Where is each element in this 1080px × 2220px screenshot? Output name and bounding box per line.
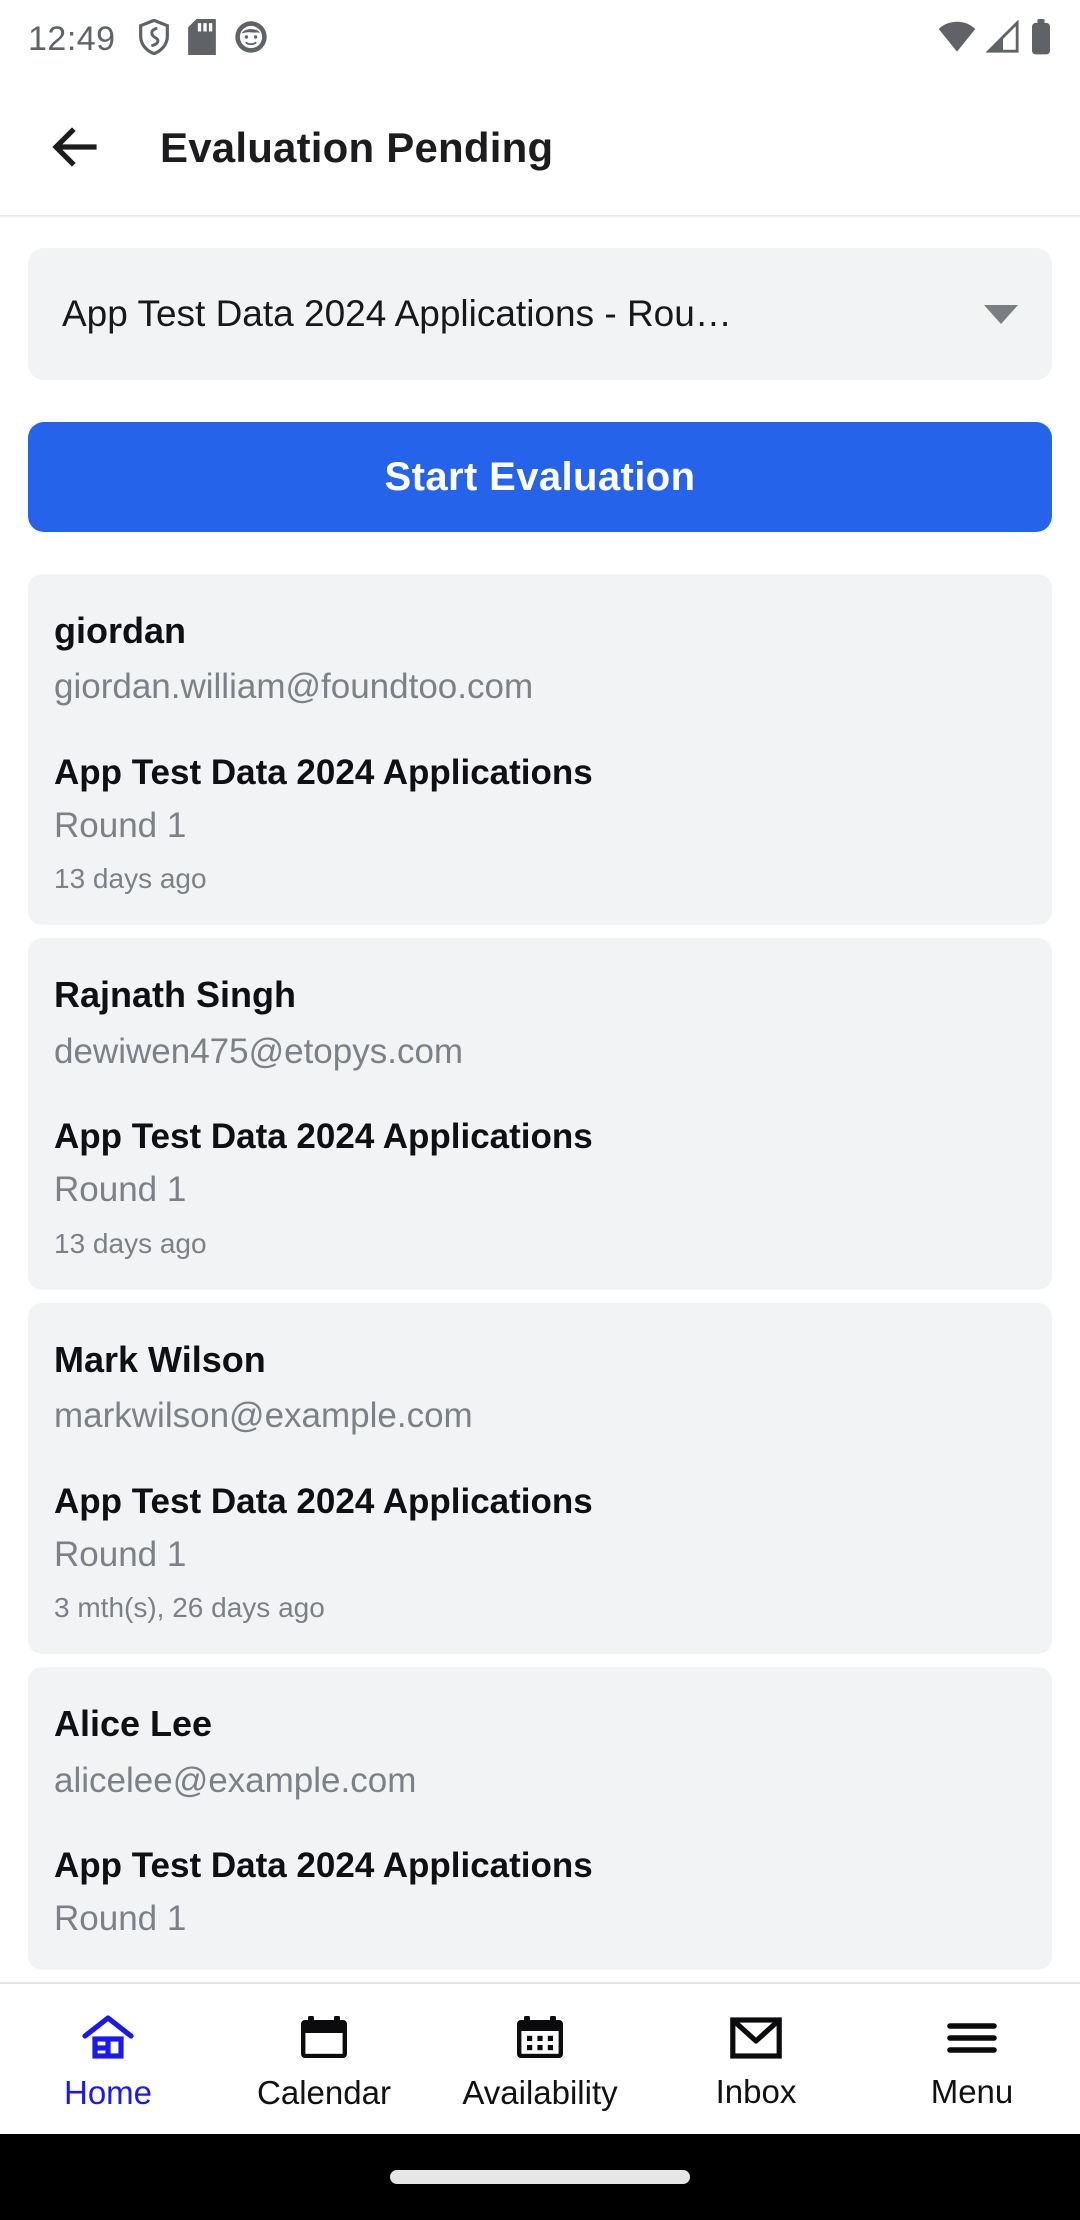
application-round: Round 1: [54, 1899, 187, 1939]
sd-card-icon: [187, 18, 216, 60]
nav-item-menu[interactable]: Menu: [864, 1984, 1080, 2134]
application-timestamp: 13 days ago: [54, 863, 207, 895]
chevron-down-icon: [984, 304, 1018, 324]
applicant-name: giordan: [54, 610, 186, 651]
applicant-name: Alice Lee: [54, 1703, 213, 1745]
home-indicator[interactable]: [390, 2170, 690, 2184]
list-item[interactable]: Rajnath Singh dewiwen475@etopys.com App …: [28, 938, 1052, 1290]
application-list: giordan giordan.william@foundtoo.com App…: [28, 574, 1052, 1970]
scroll-content[interactable]: App Test Data 2024 Applications - Rou… S…: [0, 218, 1080, 1982]
application-round: Round 1: [54, 1534, 187, 1574]
list-item[interactable]: Mark Wilson markwilson@example.com App T…: [28, 1302, 1052, 1655]
applicant-email: dewiwen475@etopys.com: [54, 1031, 464, 1071]
program-selector-dropdown[interactable]: App Test Data 2024 Applications - Rou…: [28, 248, 1052, 380]
status-bar: 12:49: [0, 0, 1080, 78]
nav-item-label: Availability: [462, 2074, 618, 2111]
nav-item-calendar[interactable]: Calendar: [216, 1984, 432, 2134]
back-button[interactable]: [34, 106, 118, 190]
page-title: Evaluation Pending: [160, 124, 554, 171]
application-round: Round 1: [54, 1170, 187, 1210]
status-bar-left-icons: [138, 18, 268, 60]
applicant-email: giordan.william@foundtoo.com: [54, 667, 534, 707]
list-item[interactable]: Alice Lee alicelee@example.com App Test …: [28, 1667, 1052, 1970]
application-program: App Test Data 2024 Applications: [54, 1117, 593, 1157]
calendar-grid-icon: [515, 2015, 565, 2066]
application-program: App Test Data 2024 Applications: [54, 1845, 593, 1885]
application-program: App Test Data 2024 Applications: [54, 1481, 593, 1521]
application-timestamp: 3 mth(s), 26 days ago: [54, 1592, 325, 1624]
calendar-icon: [299, 2015, 349, 2066]
hamburger-menu-icon: [946, 2016, 998, 2065]
battery-icon: [1030, 18, 1052, 60]
status-bar-right-icons: [938, 18, 1052, 60]
program-selector-value: App Test Data 2024 Applications - Rou…: [62, 293, 732, 334]
nav-item-label: Inbox: [715, 2073, 797, 2110]
back-arrow-icon: [48, 119, 104, 178]
application-timestamp: 13 days ago: [54, 1227, 207, 1259]
shield-icon: [138, 18, 170, 60]
nav-item-availability[interactable]: Availability: [432, 1984, 648, 2134]
application-program: App Test Data 2024 Applications: [54, 752, 593, 792]
wifi-icon: [938, 20, 976, 59]
phone-screen: 12:49 Evaluation Pending App Test Data 2…: [0, 0, 1080, 2220]
applicant-email: alicelee@example.com: [54, 1760, 417, 1800]
app-badge-icon: [234, 19, 268, 60]
status-bar-clock: 12:49: [28, 19, 116, 58]
nav-item-home[interactable]: Home: [0, 1984, 216, 2134]
applicant-name: Mark Wilson: [54, 1338, 266, 1380]
bottom-navigation-bar: Home Calendar Availability Inbox Menu: [0, 1982, 1080, 2134]
app-bar: Evaluation Pending: [0, 78, 1080, 218]
system-gesture-bar: [0, 2134, 1080, 2220]
nav-item-label: Home: [63, 2074, 153, 2111]
applicant-email: markwilson@example.com: [54, 1396, 473, 1436]
nav-item-label: Menu: [930, 2073, 1014, 2110]
envelope-icon: [730, 2016, 782, 2065]
application-round: Round 1: [54, 806, 187, 846]
cellular-signal-icon: [985, 18, 1020, 59]
nav-item-label: Calendar: [257, 2074, 391, 2111]
home-icon: [82, 2015, 134, 2066]
nav-item-inbox[interactable]: Inbox: [648, 1984, 864, 2134]
applicant-name: Rajnath Singh: [54, 974, 296, 1016]
start-evaluation-button[interactable]: Start Evaluation: [28, 422, 1052, 532]
list-item[interactable]: giordan giordan.william@foundtoo.com App…: [28, 574, 1052, 926]
